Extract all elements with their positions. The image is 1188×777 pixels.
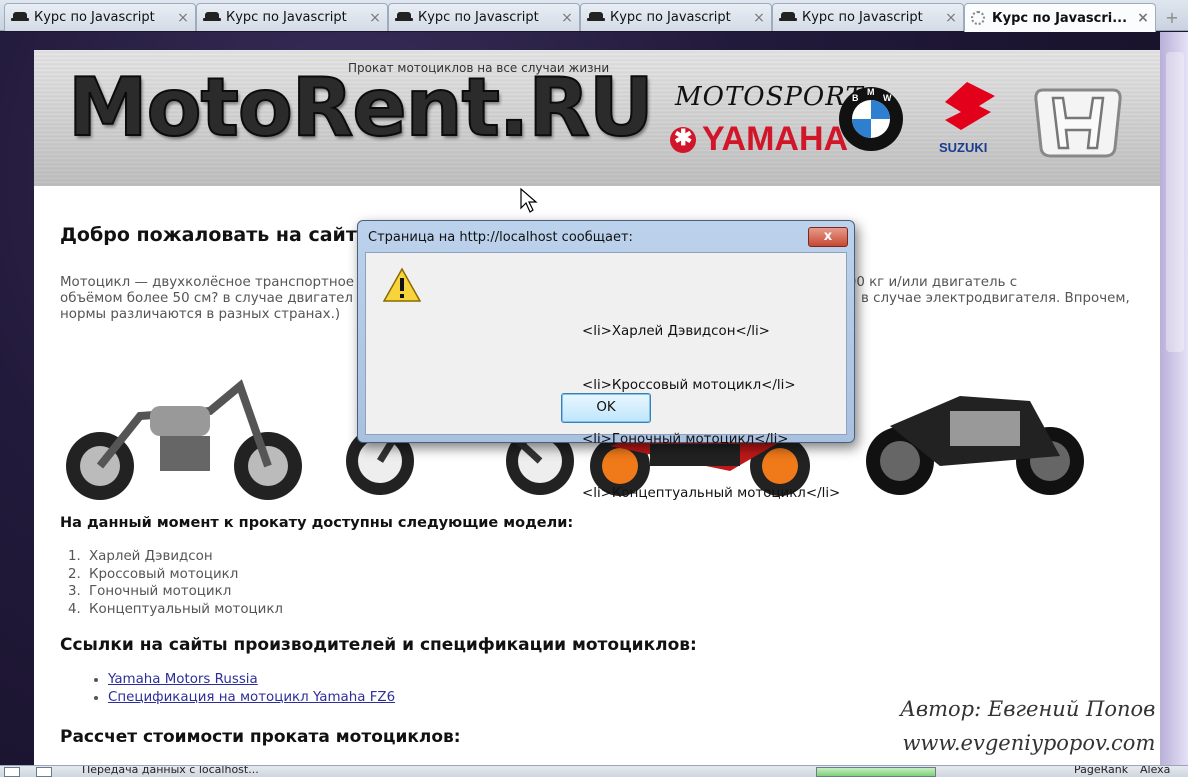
alexa-label[interactable]: Alexa: [1140, 766, 1170, 776]
dialog-line: <li>Гоночный мотоцикл</li>: [582, 432, 789, 447]
rental-cost-heading: Рассчет стоимости проката мотоциклов:: [60, 727, 461, 747]
close-icon[interactable]: ×: [943, 10, 959, 26]
scroll-thumb[interactable]: [1166, 52, 1184, 352]
tab-title: Курс по Javascript: [226, 10, 347, 25]
yamaha-russia-link[interactable]: Yamaha Motors Russia: [108, 672, 258, 687]
new-tab-button[interactable]: +: [1162, 8, 1182, 28]
dialog-body: <li>Харлей Дэвидсон</li> <li>Кроссовый м…: [365, 252, 847, 501]
models-heading: На данный момент к прокату доступны след…: [60, 515, 574, 531]
intro-fragment: объёмом более 50 см? в случае двигател: [60, 291, 353, 306]
site-logo[interactable]: MotoRent.RU: [67, 67, 655, 149]
bmw-letter-w: W: [883, 93, 892, 103]
tab-6-active[interactable]: Курс по Javascri... ×: [964, 3, 1156, 32]
spy-hat-icon: [587, 11, 605, 25]
list-item: Спецификация на мотоцикл Yamaha FZ6: [108, 689, 395, 707]
alert-dialog: Страница на http://localhost сообщает: x…: [357, 220, 855, 501]
motosport-logo: MOTOSPORT: [675, 82, 864, 112]
panel-icon[interactable]: [36, 767, 52, 777]
honda-logo: [1034, 88, 1122, 158]
bmw-logo: B M W: [839, 87, 903, 151]
tab-title: Курс по Javascript: [34, 10, 155, 25]
tab-3[interactable]: Курс по Javascript ×: [388, 3, 580, 31]
yamaha-emblem-icon: [670, 125, 696, 153]
tab-title: Курс по Javascri...: [992, 10, 1128, 26]
list-item: Гоночный мотоцикл: [85, 583, 283, 601]
yamaha-logo: YAMAHA: [670, 120, 848, 159]
welcome-heading: Добро пожаловать на сайт к: [60, 224, 377, 246]
dialog-close-button[interactable]: x: [808, 227, 848, 247]
dialog-line: <li>Харлей Дэвидсон</li>: [582, 324, 770, 339]
yamaha-fz6-spec-link[interactable]: Спецификация на мотоцикл Yamaha FZ6: [108, 690, 395, 705]
tab-title: Курс по Javascript: [418, 10, 539, 25]
scrollbar[interactable]: [1160, 32, 1188, 765]
author-website: www.evgeniypopov.com: [902, 731, 1156, 755]
intro-fragment: нормы различаются в разных странах.): [60, 307, 341, 322]
warning-icon: [383, 267, 421, 302]
close-icon[interactable]: ×: [367, 10, 383, 26]
status-text: Передача данных с localhost...: [82, 765, 259, 776]
dialog-title: Страница на http://localhost сообщает:: [368, 230, 633, 245]
close-icon[interactable]: ×: [1135, 10, 1151, 26]
links-list: Yamaha Motors Russia Спецификация на мот…: [108, 671, 395, 706]
intro-fragment: Мотоцикл — двухколёсное транспортное: [60, 275, 355, 290]
tab-title: Курс по Javascript: [802, 10, 923, 25]
harley-image: [66, 379, 302, 500]
page-icon: [4, 767, 20, 777]
close-icon[interactable]: ×: [559, 10, 575, 26]
dialog-line: <li>Концептуальный мотоцикл</li>: [582, 486, 841, 501]
close-icon[interactable]: ×: [751, 10, 767, 26]
models-list: Харлей Дэвидсон Кроссовый мотоцикл Гоноч…: [85, 548, 283, 618]
bmw-letter-b: B: [852, 93, 859, 103]
list-item: Харлей Дэвидсон: [85, 548, 283, 566]
tab-title: Курс по Javascript: [610, 10, 731, 25]
loading-spinner-icon: [971, 11, 985, 25]
site-banner: Прокат мотоциклов на все случаи жизни Mo…: [34, 50, 1160, 186]
list-item: Кроссовый мотоцикл: [85, 566, 283, 584]
author-name: Автор: Евгений Попов: [900, 697, 1156, 721]
spy-hat-icon: [203, 11, 221, 25]
intro-fragment: в случае электродвигателя. Впрочем,: [860, 291, 1130, 306]
suzuki-logo: SUZUKI: [939, 82, 995, 155]
list-item: Yamaha Motors Russia: [108, 671, 395, 689]
tab-bar: Курс по Javascript × Курс по Javascript …: [0, 0, 1188, 32]
loading-progress-bar: [816, 767, 936, 777]
pagerank-label[interactable]: PageRank: [1074, 766, 1128, 776]
ok-button[interactable]: OK: [561, 393, 651, 423]
tab-4[interactable]: Курс по Javascript ×: [580, 3, 772, 31]
concept-bike-image: [866, 396, 1084, 495]
tab-1[interactable]: Курс по Javascript ×: [4, 3, 196, 31]
list-item: Концептуальный мотоцикл: [85, 601, 283, 619]
tab-5[interactable]: Курс по Javascript ×: [772, 3, 964, 31]
spy-hat-icon: [395, 11, 413, 25]
spy-hat-icon: [779, 11, 797, 25]
mouse-cursor-icon: [520, 188, 538, 213]
links-heading: Ссылки на сайты производителей и специфи…: [60, 635, 697, 655]
close-icon[interactable]: ×: [175, 10, 191, 26]
tab-2[interactable]: Курс по Javascript ×: [196, 3, 388, 31]
bmw-letter-m: M: [867, 87, 875, 97]
status-bar: Передача данных с localhost... PageRank …: [0, 765, 1188, 777]
yamaha-wordmark: YAMAHA: [702, 120, 849, 158]
suzuki-wordmark: SUZUKI: [939, 140, 987, 155]
author-signature: Автор: Евгений Попов www.evgeniypopov.co…: [900, 692, 1155, 760]
spy-hat-icon: [11, 11, 29, 25]
